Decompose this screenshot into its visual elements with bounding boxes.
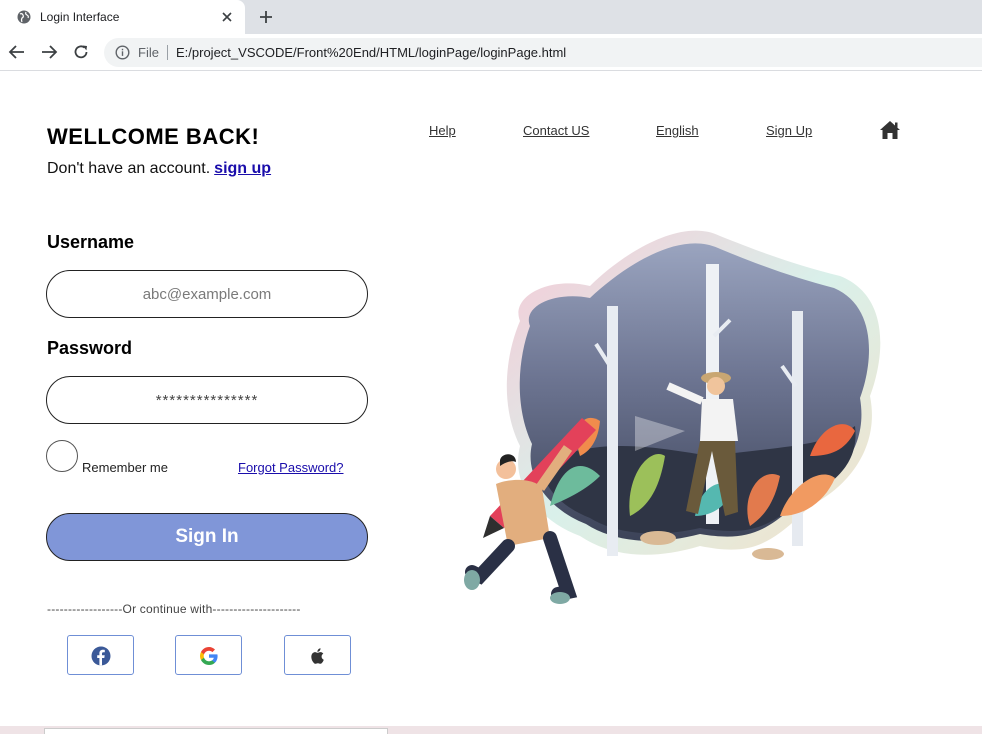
- page-title: WELLCOME BACK!: [47, 124, 260, 149]
- facebook-icon: [91, 646, 111, 666]
- address-bar[interactable]: File E:/project_VSCODE/Front%20End/HTML/…: [104, 38, 982, 67]
- browser-tab-bar: Login Interface: [0, 0, 982, 34]
- apple-icon: [311, 648, 324, 664]
- remember-me-checkbox[interactable]: [46, 440, 78, 472]
- google-login-button[interactable]: [175, 635, 242, 675]
- login-page: WELLCOME BACK! Don't have an account. sig…: [0, 71, 982, 734]
- home-icon[interactable]: [879, 120, 901, 140]
- nav-help-link[interactable]: Help: [429, 123, 456, 138]
- username-input[interactable]: [46, 270, 368, 318]
- username-label: Username: [47, 232, 135, 252]
- nav-language-link[interactable]: English: [656, 123, 699, 138]
- file-label: File: [138, 45, 159, 60]
- password-input[interactable]: [46, 376, 368, 424]
- globe-icon: [17, 10, 31, 24]
- signup-prompt: Don't have an account. sign up: [47, 160, 271, 178]
- google-icon: [200, 647, 218, 665]
- browser-tab[interactable]: Login Interface: [0, 0, 245, 34]
- remember-me-label: Remember me: [82, 460, 168, 475]
- partial-bottom-field: [44, 728, 388, 734]
- new-tab-icon[interactable]: [258, 9, 274, 25]
- tab-title: Login Interface: [40, 10, 120, 24]
- nav-contact-link[interactable]: Contact US: [523, 123, 589, 138]
- reload-icon[interactable]: [72, 43, 90, 61]
- nav-signup-link[interactable]: Sign Up: [766, 123, 812, 138]
- info-icon[interactable]: [115, 45, 130, 60]
- or-continue-divider: ------------------Or continue with------…: [47, 602, 301, 616]
- close-icon[interactable]: [220, 10, 234, 24]
- password-label: Password: [47, 338, 133, 358]
- forward-arrow-icon[interactable]: [40, 43, 58, 61]
- forgot-password-link[interactable]: Forgot Password?: [238, 460, 344, 475]
- browser-toolbar: File E:/project_VSCODE/Front%20End/HTML/…: [0, 34, 982, 71]
- signup-prompt-text: Don't have an account.: [47, 160, 211, 177]
- facebook-login-button[interactable]: [67, 635, 134, 675]
- signup-link[interactable]: sign up: [214, 160, 271, 177]
- url-text[interactable]: E:/project_VSCODE/Front%20End/HTML/login…: [176, 45, 566, 60]
- sign-in-button[interactable]: Sign In: [46, 513, 368, 561]
- address-separator: [167, 45, 168, 60]
- back-arrow-icon[interactable]: [8, 43, 26, 61]
- apple-login-button[interactable]: [284, 635, 351, 675]
- forest-explorer-illustration: [464, 230, 881, 604]
